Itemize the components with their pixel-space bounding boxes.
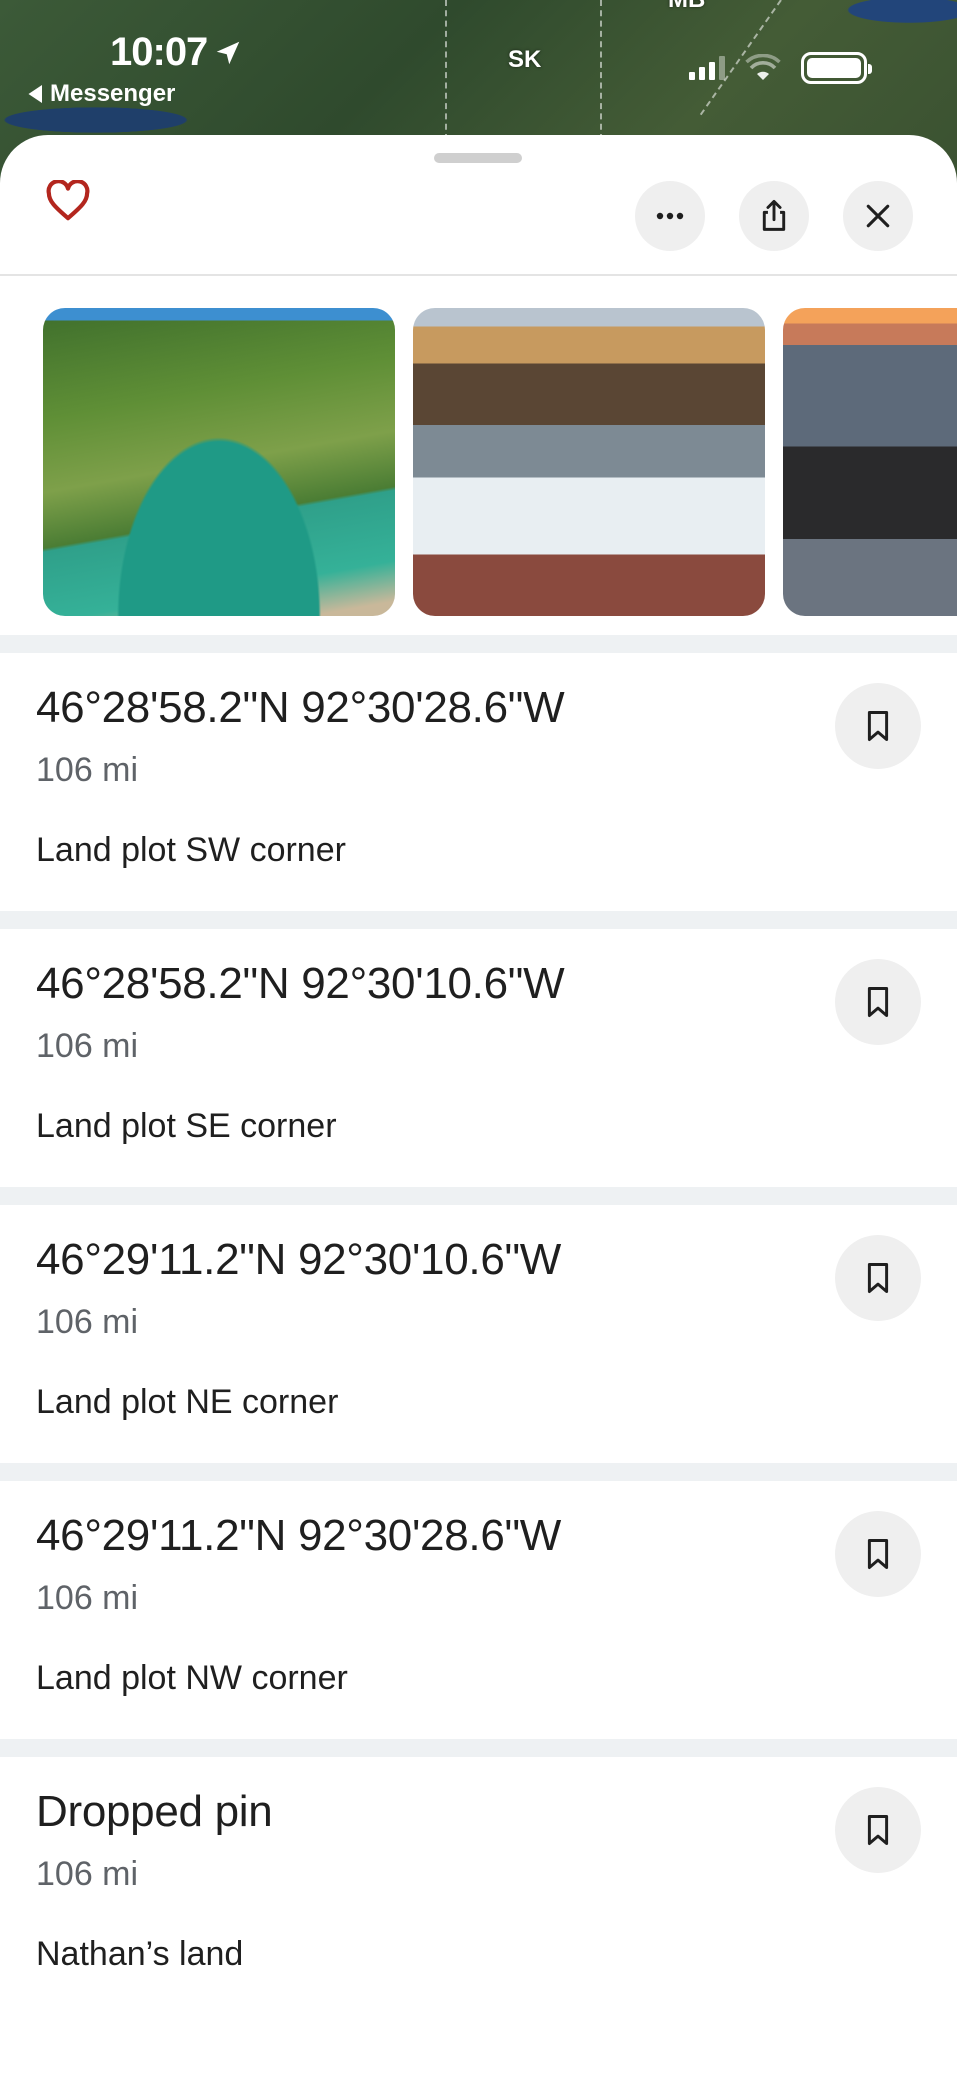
toolbar-divider [0, 274, 957, 276]
place-distance: 106 mi [36, 751, 139, 789]
save-button[interactable] [835, 959, 921, 1045]
share-icon [762, 199, 786, 231]
section-divider [0, 1739, 957, 1757]
bookmark-icon [867, 1262, 889, 1294]
close-icon [866, 204, 890, 228]
save-button[interactable] [835, 1235, 921, 1321]
place-sheet: 46°28'58.2"N 92°30'28.6"W 106 mi Land pl… [0, 135, 957, 2080]
wifi-icon [745, 54, 781, 80]
status-indicators [689, 52, 872, 84]
place-note: Nathan’s land [36, 1935, 244, 1973]
heart-icon [46, 180, 90, 221]
bookmark-icon [867, 986, 889, 1018]
map-border-line [445, 0, 447, 140]
place-note: Land plot SW corner [36, 831, 346, 869]
more-options-button[interactable] [635, 181, 705, 251]
clock: 10:07 [110, 30, 208, 74]
place-distance: 106 mi [36, 1027, 139, 1065]
place-item[interactable]: 46°28'58.2"N 92°30'10.6"W 106 mi Land pl… [0, 929, 957, 1187]
sheet-toolbar [0, 135, 957, 276]
section-divider [0, 911, 957, 929]
battery-icon [801, 52, 872, 84]
back-to-app[interactable]: Messenger [28, 80, 175, 108]
place-title: Dropped pin [36, 1787, 273, 1836]
place-item[interactable]: 46°29'11.2"N 92°30'10.6"W 106 mi Land pl… [0, 1205, 957, 1463]
location-arrow-icon [217, 41, 240, 64]
photo-thumbnail[interactable] [783, 308, 957, 616]
place-item[interactable]: Dropped pin 106 mi Nathan’s land [0, 1757, 957, 2015]
section-divider [0, 1463, 957, 1481]
bookmark-icon [867, 1814, 889, 1846]
map-border-line [600, 0, 602, 140]
place-coordinates: 46°29'11.2"N 92°30'10.6"W [36, 1235, 562, 1284]
place-distance: 106 mi [36, 1303, 139, 1341]
photo-carousel[interactable] [0, 290, 957, 616]
place-note: Land plot NW corner [36, 1659, 348, 1697]
place-item[interactable]: 46°29'11.2"N 92°30'28.6"W 106 mi Land pl… [0, 1481, 957, 1739]
map-label-mb: MB [668, 0, 705, 14]
photo-thumbnail[interactable] [413, 308, 765, 616]
favorite-button[interactable] [40, 173, 96, 229]
place-coordinates: 46°28'58.2"N 92°30'28.6"W [36, 683, 565, 732]
place-coordinates: 46°28'58.2"N 92°30'10.6"W [36, 959, 565, 1008]
save-button[interactable] [835, 1511, 921, 1597]
save-button[interactable] [835, 683, 921, 769]
bookmark-icon [867, 710, 889, 742]
place-item[interactable]: 46°28'58.2"N 92°30'28.6"W 106 mi Land pl… [0, 653, 957, 911]
place-distance: 106 mi [36, 1579, 139, 1617]
cellular-signal-icon [689, 56, 725, 80]
back-triangle-icon [28, 85, 42, 103]
status-time: 10:07 [110, 30, 243, 75]
bookmark-icon [867, 1538, 889, 1570]
map-label-sk: SK [508, 46, 542, 73]
place-note: Land plot SE corner [36, 1107, 337, 1145]
place-distance: 106 mi [36, 1855, 139, 1893]
share-button[interactable] [739, 181, 809, 251]
save-button[interactable] [835, 1787, 921, 1873]
photo-thumbnail[interactable] [43, 308, 395, 616]
back-app-label: Messenger [50, 80, 176, 107]
place-coordinates: 46°29'11.2"N 92°30'28.6"W [36, 1511, 562, 1560]
place-note: Land plot NE corner [36, 1383, 339, 1421]
close-button[interactable] [843, 181, 913, 251]
more-horizontal-icon [656, 212, 684, 220]
section-divider [0, 1187, 957, 1205]
section-divider [0, 635, 957, 653]
